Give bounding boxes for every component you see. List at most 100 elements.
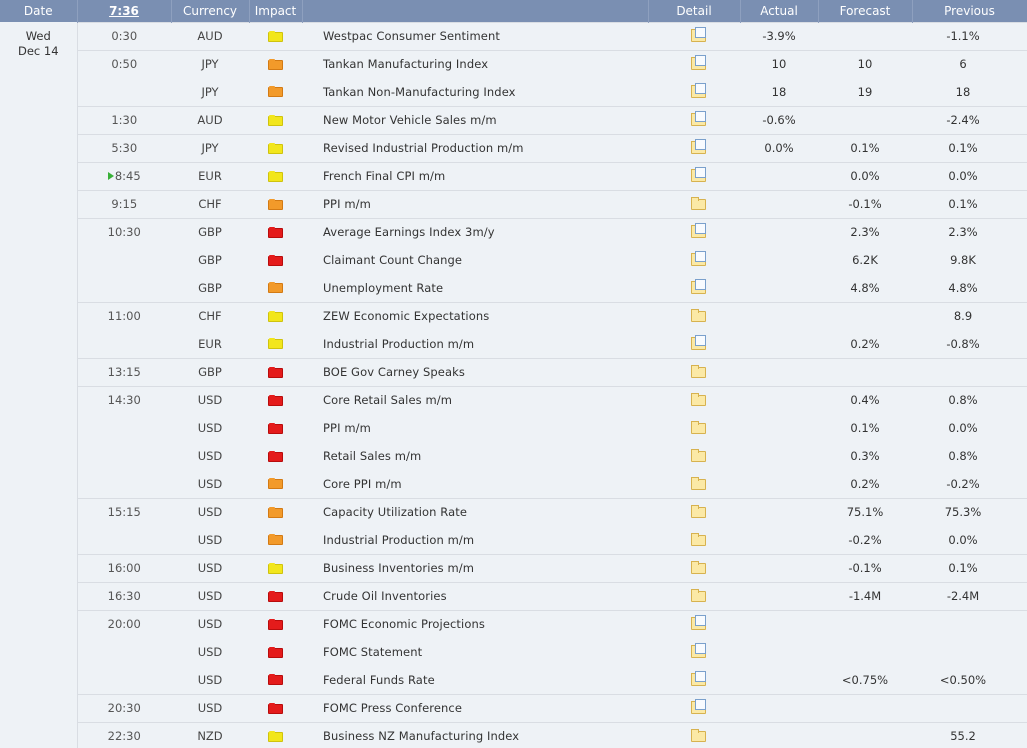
detail-folder-icon[interactable] [691, 365, 706, 378]
event-detail[interactable] [648, 217, 740, 246]
detail-document-icon[interactable] [691, 334, 706, 350]
calendar-row[interactable]: 10:30 GBP Average Earnings Index 3m/y 2.3% 2… [0, 217, 1027, 246]
event-detail[interactable] [648, 581, 740, 610]
detail-document-icon[interactable] [691, 699, 706, 714]
event-title[interactable]: Tankan Manufacturing Index [302, 49, 648, 78]
calendar-row[interactable]: USD Industrial Production m/m -0.2% 0.0% [0, 526, 1027, 554]
event-title[interactable]: Claimant Count Change [302, 246, 648, 274]
event-detail[interactable] [648, 666, 740, 694]
detail-document-icon[interactable] [691, 139, 706, 154]
event-title[interactable]: Crude Oil Inventories [302, 581, 648, 610]
calendar-row[interactable]: USD Federal Funds Rate <0.75% <0.50% [0, 666, 1027, 694]
detail-folder-icon[interactable] [691, 421, 706, 434]
calendar-row[interactable]: USD FOMC Statement [0, 638, 1027, 666]
calendar-row[interactable]: 14:30 USD Core Retail Sales m/m 0.4% 0.8% [0, 385, 1027, 414]
time-header[interactable]: 7:36 [77, 0, 172, 22]
detail-document-icon[interactable] [691, 278, 706, 294]
detail-document-icon[interactable] [691, 223, 706, 239]
event-detail[interactable] [648, 553, 740, 582]
event-title[interactable]: Business NZ Manufacturing Index [302, 721, 648, 748]
calendar-row[interactable]: USD PPI m/m 0.1% 0.0% [0, 414, 1027, 442]
detail-document-icon[interactable] [691, 55, 706, 71]
event-detail[interactable] [648, 470, 740, 498]
event-title[interactable]: PPI m/m [302, 414, 648, 442]
event-detail[interactable] [648, 189, 740, 218]
calendar-row[interactable]: 20:00 USD FOMC Economic Projections [0, 609, 1027, 638]
calendar-row[interactable]: USD Core PPI m/m 0.2% -0.2% [0, 470, 1027, 498]
detail-folder-icon[interactable] [691, 561, 706, 574]
event-detail[interactable] [648, 330, 740, 358]
event-title[interactable]: Core Retail Sales m/m [302, 385, 648, 414]
calendar-row[interactable]: Wed Dec 14 0:30 AUD Westpac Consumer Sentime… [0, 21, 1027, 748]
event-title[interactable]: Westpac Consumer Sentiment [302, 21, 648, 50]
detail-document-icon[interactable] [691, 670, 706, 686]
detail-document-icon[interactable] [691, 82, 706, 98]
detail-folder-icon[interactable] [691, 449, 706, 462]
calendar-row[interactable]: 1:30 AUD New Motor Vehicle Sales m/m -0.6% -… [0, 105, 1027, 134]
event-title[interactable]: Tankan Non-Manufacturing Index [302, 78, 648, 106]
calendar-row[interactable]: 9:15 CHF PPI m/m -0.1% 0.1% [0, 189, 1027, 218]
event-detail[interactable] [648, 78, 740, 106]
event-detail[interactable] [648, 357, 740, 386]
event-detail[interactable] [648, 246, 740, 274]
detail-folder-icon[interactable] [691, 589, 706, 602]
event-detail[interactable] [648, 21, 740, 50]
event-detail[interactable] [648, 385, 740, 414]
event-title[interactable]: Retail Sales m/m [302, 442, 648, 470]
calendar-row[interactable]: 20:30 USD FOMC Press Conference [0, 693, 1027, 722]
calendar-row[interactable]: USD Retail Sales m/m 0.3% 0.8% [0, 442, 1027, 470]
event-title[interactable]: Unemployment Rate [302, 274, 648, 302]
detail-folder-icon[interactable] [691, 309, 706, 323]
detail-folder-icon[interactable] [691, 532, 706, 546]
event-title[interactable]: FOMC Press Conference [302, 693, 648, 722]
detail-folder-icon[interactable] [691, 197, 706, 210]
detail-folder-icon[interactable] [691, 476, 706, 490]
event-detail[interactable] [648, 442, 740, 470]
event-detail[interactable] [648, 497, 740, 526]
event-title[interactable]: BOE Gov Carney Speaks [302, 357, 648, 386]
detail-document-icon[interactable] [691, 167, 706, 182]
calendar-row[interactable]: 11:00 CHF ZEW Economic Expectations 8.9 [0, 301, 1027, 330]
calendar-row[interactable]: EUR Industrial Production m/m 0.2% -0.8% [0, 330, 1027, 358]
event-detail[interactable] [648, 161, 740, 190]
event-detail[interactable] [648, 609, 740, 638]
detail-document-icon[interactable] [691, 643, 706, 658]
event-title[interactable]: FOMC Economic Projections [302, 609, 648, 638]
calendar-row[interactable]: 16:00 USD Business Inventories m/m -0.1% 0.1… [0, 553, 1027, 582]
detail-document-icon[interactable] [691, 615, 706, 631]
detail-folder-icon[interactable] [691, 505, 706, 519]
current-time-link[interactable]: 7:36 [109, 4, 139, 18]
event-detail[interactable] [648, 105, 740, 134]
calendar-row[interactable]: JPY Tankan Non-Manufacturing Index 18 19 18 [0, 78, 1027, 106]
event-title[interactable]: Business Inventories m/m [302, 553, 648, 582]
calendar-row[interactable]: 13:15 GBP BOE Gov Carney Speaks [0, 357, 1027, 386]
detail-document-icon[interactable] [691, 27, 706, 42]
calendar-row[interactable]: 15:15 USD Capacity Utilization Rate 75.1% 75… [0, 497, 1027, 526]
event-title[interactable]: ZEW Economic Expectations [302, 301, 648, 330]
calendar-row[interactable]: 0:50 JPY Tankan Manufacturing Index 10 10 6 [0, 49, 1027, 78]
calendar-row[interactable]: 22:30 NZD Business NZ Manufacturing Index 5… [0, 721, 1027, 748]
event-detail[interactable] [648, 49, 740, 78]
detail-folder-icon[interactable] [691, 729, 706, 743]
event-title[interactable]: Capacity Utilization Rate [302, 497, 648, 526]
event-detail[interactable] [648, 414, 740, 442]
event-title[interactable]: French Final CPI m/m [302, 161, 648, 190]
event-title[interactable]: Industrial Production m/m [302, 330, 648, 358]
calendar-row[interactable]: GBP Claimant Count Change 6.2K 9.8K [0, 246, 1027, 274]
event-title[interactable]: Industrial Production m/m [302, 526, 648, 554]
calendar-row[interactable]: 5:30 JPY Revised Industrial Production m/m… [0, 133, 1027, 162]
event-detail[interactable] [648, 526, 740, 554]
event-title[interactable]: Federal Funds Rate [302, 666, 648, 694]
event-detail[interactable] [648, 133, 740, 162]
event-title[interactable]: Revised Industrial Production m/m [302, 133, 648, 162]
event-title[interactable]: Average Earnings Index 3m/y [302, 217, 648, 246]
event-title[interactable]: FOMC Statement [302, 638, 648, 666]
detail-document-icon[interactable] [691, 111, 706, 126]
event-title[interactable]: Core PPI m/m [302, 470, 648, 498]
calendar-row[interactable]: 16:30 USD Crude Oil Inventories -1.4M -2.4M [0, 581, 1027, 610]
event-detail[interactable] [648, 721, 740, 748]
calendar-row[interactable]: 8:45 EUR French Final CPI m/m 0.0% 0.0% [0, 161, 1027, 190]
event-title[interactable]: PPI m/m [302, 189, 648, 218]
event-title[interactable]: New Motor Vehicle Sales m/m [302, 105, 648, 134]
event-detail[interactable] [648, 274, 740, 302]
